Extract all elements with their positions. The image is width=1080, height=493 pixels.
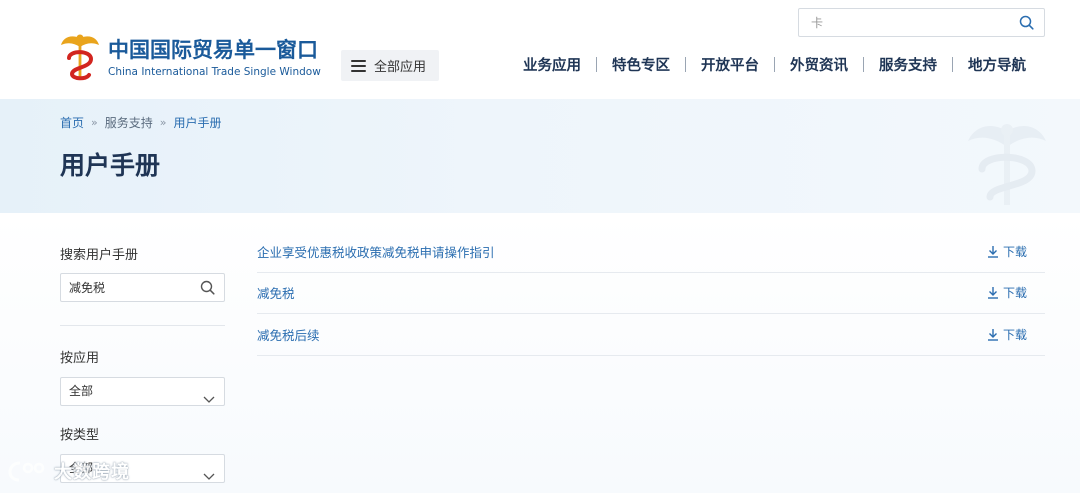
- manual-list: 企业享受优惠税收政策减免税申请操作指引 下载 减免税 下载 减免税后续 下载: [257, 231, 1045, 356]
- logo-subtitle: China International Trade Single Window: [108, 66, 321, 78]
- manual-search: [60, 273, 225, 302]
- header-search: [798, 8, 1045, 37]
- search-icon[interactable]: [200, 280, 215, 299]
- list-item: 减免税 下载: [257, 273, 1045, 314]
- sidebar-divider: [60, 325, 225, 326]
- download-label: 下载: [1002, 327, 1027, 342]
- download-button[interactable]: 下载: [987, 284, 1027, 301]
- header-search-input[interactable]: [799, 9, 1009, 36]
- nav-item-local[interactable]: 地方导航: [953, 54, 1041, 75]
- breadcrumb: 首页 » 服务支持 » 用户手册: [60, 114, 222, 131]
- nav-item-support[interactable]: 服务支持: [864, 54, 952, 75]
- download-icon: [987, 328, 998, 341]
- site-logo[interactable]: 中国国际贸易单一窗口 China International Trade Sin…: [60, 32, 321, 84]
- menu-icon: [351, 59, 366, 72]
- all-apps-button[interactable]: 全部应用: [341, 50, 439, 81]
- chevron-down-icon: [203, 464, 215, 491]
- nav-item-business[interactable]: 业务应用: [508, 54, 596, 75]
- page-title: 用户手册: [60, 151, 161, 180]
- watermark-text: 大数跨境: [54, 462, 130, 483]
- download-icon: [987, 287, 998, 299]
- search-icon[interactable]: [1019, 15, 1034, 34]
- nav-item-featured[interactable]: 特色专区: [597, 54, 685, 75]
- list-item: 企业享受优惠税收政策减免税申请操作指引 下载: [257, 231, 1045, 273]
- breadcrumb-home[interactable]: 首页: [60, 114, 84, 131]
- manual-title[interactable]: 企业享受优惠税收政策减免税申请操作指引: [257, 242, 495, 261]
- manual-title[interactable]: 减免税: [257, 283, 295, 302]
- breadcrumb-separator: »: [159, 116, 167, 129]
- watermark: 大数跨境: [8, 458, 130, 484]
- page-banner: 首页 » 服务支持 » 用户手册 用户手册: [0, 99, 1080, 213]
- caduceus-logo-icon: [60, 32, 100, 84]
- app-filter-value: 全部: [69, 384, 94, 398]
- download-button[interactable]: 下载: [987, 326, 1027, 343]
- chevron-down-icon: [203, 387, 215, 414]
- breadcrumb-current: 用户手册: [173, 116, 222, 130]
- breadcrumb-support[interactable]: 服务支持: [105, 114, 153, 131]
- download-button[interactable]: 下载: [987, 243, 1027, 260]
- nav-item-trade-news[interactable]: 外贸资讯: [775, 54, 863, 75]
- by-type-label: 按类型: [60, 428, 100, 443]
- content-area: 搜索用户手册 按应用 全部 按类型 全部 企业享受优惠税收政策减免税申请操作指引: [0, 213, 1080, 493]
- download-label: 下载: [1002, 244, 1027, 259]
- main-nav: 业务应用 特色专区 开放平台 外贸资讯 服务支持 地方导航: [508, 54, 1041, 75]
- nav-item-open-platform[interactable]: 开放平台: [686, 54, 774, 75]
- list-item: 减免税后续 下载: [257, 314, 1045, 356]
- watermark-logo-icon: [8, 461, 45, 482]
- by-app-label: 按应用: [60, 351, 100, 366]
- breadcrumb-separator: »: [91, 116, 98, 129]
- all-apps-label: 全部应用: [374, 60, 427, 75]
- search-manual-label: 搜索用户手册: [60, 248, 139, 263]
- site-header: 中国国际贸易单一窗口 China International Trade Sin…: [0, 0, 1080, 99]
- manual-search-input[interactable]: [61, 274, 191, 301]
- emblem-watermark-icon: [962, 117, 1052, 211]
- app-filter-select[interactable]: 全部: [60, 377, 225, 406]
- download-label: 下载: [1002, 286, 1027, 301]
- logo-title: 中国国际贸易单一窗口: [108, 38, 318, 62]
- manual-title[interactable]: 减免税后续: [257, 325, 320, 344]
- download-icon: [987, 245, 998, 258]
